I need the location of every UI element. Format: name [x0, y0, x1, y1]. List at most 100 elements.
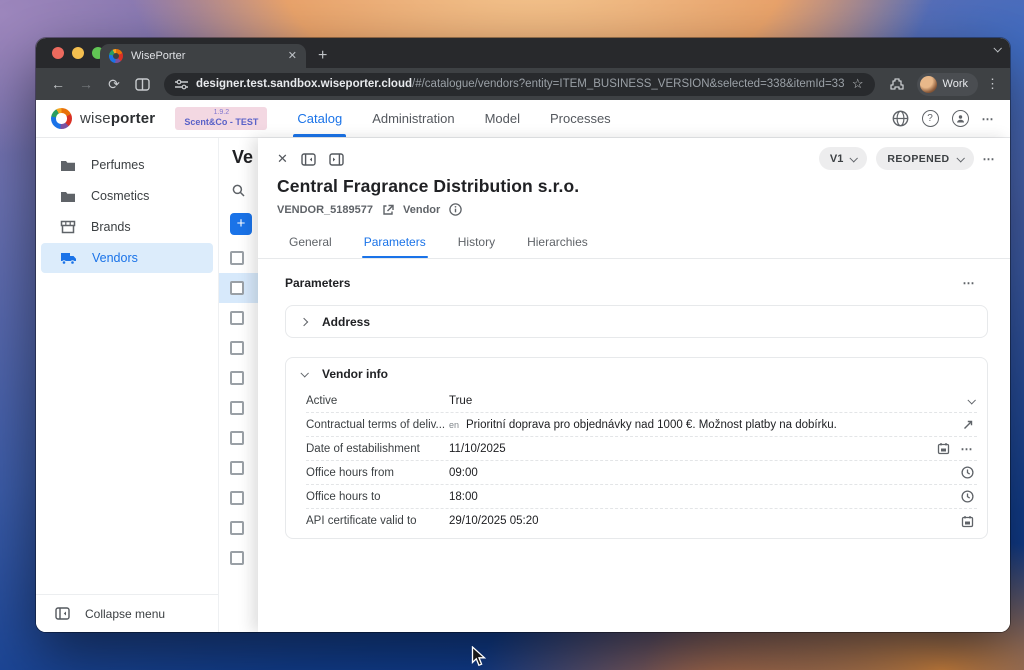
param-label: Date of estabilishment [306, 443, 449, 455]
list-row[interactable] [219, 333, 258, 363]
browser-menu-icon[interactable]: ⋮ [986, 76, 1000, 92]
url-path: /#/catalogue/vendors?entity=ITEM_BUSINES… [412, 78, 844, 90]
list-row[interactable] [219, 243, 258, 273]
param-value[interactable]: 18:00 [449, 491, 961, 503]
chevron-down-icon[interactable] [967, 396, 975, 404]
checkbox[interactable] [230, 371, 244, 385]
back-button[interactable]: ← [46, 76, 70, 92]
calendar-icon[interactable] [961, 515, 974, 528]
nav-item-processes[interactable]: Processes [550, 100, 611, 137]
tab-close-icon[interactable]: ✕ [288, 51, 297, 62]
tab-hierarchies[interactable]: Hierarchies [525, 229, 590, 258]
checkbox[interactable] [230, 281, 244, 295]
env-version: 1.9.2 [184, 109, 258, 117]
open-in-new-icon[interactable] [382, 204, 394, 216]
dock-right-icon[interactable] [329, 153, 344, 166]
vendor-type-label[interactable]: Vendor [403, 204, 440, 216]
clock-icon[interactable] [961, 490, 974, 503]
bookmark-star-icon[interactable]: ☆ [852, 76, 864, 92]
url-bar[interactable]: designer.test.sandbox.wiseporter.cloud/#… [164, 73, 875, 96]
list-title: Ve [219, 147, 258, 168]
browser-tab[interactable]: WisePorter ✕ [100, 44, 306, 68]
detail-tabs: General Parameters History Hierarchies [287, 229, 994, 258]
chevron-down-icon [850, 154, 858, 162]
param-row-active[interactable]: Active True [306, 389, 977, 413]
expand-icon[interactable] [962, 419, 974, 431]
param-row-office-hours-to[interactable]: Office hours to 18:00 [306, 485, 977, 509]
vendor-info-group-header[interactable]: Vendor info [286, 358, 987, 389]
site-settings-icon[interactable] [175, 79, 188, 90]
list-row[interactable] [219, 453, 258, 483]
search-icon[interactable] [219, 184, 258, 197]
sidebar-item-vendors[interactable]: Vendors [41, 243, 213, 273]
param-row-api-certificate-valid-to[interactable]: API certificate valid to 29/10/2025 05:2… [306, 509, 977, 533]
add-vendor-button[interactable]: + [230, 213, 252, 235]
close-detail-icon[interactable]: ✕ [277, 151, 288, 167]
calendar-icon[interactable] [937, 442, 950, 455]
checkbox[interactable] [230, 311, 244, 325]
extensions-icon[interactable] [885, 77, 909, 91]
list-row[interactable] [219, 423, 258, 453]
clock-icon[interactable] [961, 466, 974, 479]
tab-general[interactable]: General [287, 229, 334, 258]
param-row-office-hours-from[interactable]: Office hours from 09:00 [306, 461, 977, 485]
info-icon[interactable] [449, 203, 462, 216]
minimize-window-button[interactable] [72, 47, 84, 59]
parameters-content: Parameters ⋯ Address Vendor info [258, 259, 1010, 632]
header-more-icon[interactable]: ⋯ [982, 112, 996, 126]
detail-more-icon[interactable]: ⋯ [983, 152, 997, 166]
collapse-menu-button[interactable]: Collapse menu [36, 594, 218, 632]
close-window-button[interactable] [52, 47, 64, 59]
list-row[interactable] [219, 513, 258, 543]
checkbox[interactable] [230, 431, 244, 445]
url-host: designer.test.sandbox.wiseporter.cloud [196, 78, 412, 90]
param-row-date-of-establishment[interactable]: Date of estabilishment 11/10/2025 ⋯ [306, 437, 977, 461]
param-value[interactable]: True [449, 395, 968, 407]
checkbox[interactable] [230, 521, 244, 535]
help-icon[interactable]: ? [922, 110, 939, 127]
sidebar-item-cosmetics[interactable]: Cosmetics [41, 181, 213, 211]
list-row[interactable] [219, 393, 258, 423]
checkbox[interactable] [230, 341, 244, 355]
brand[interactable]: wiseporter [51, 108, 155, 129]
param-row-contractual-terms[interactable]: Contractual terms of deliv... enPrioritn… [306, 413, 977, 437]
param-value[interactable]: 29/10/2025 05:20 [449, 515, 961, 527]
profile-chip[interactable]: Work [917, 73, 978, 96]
list-row[interactable] [219, 483, 258, 513]
account-icon[interactable] [952, 110, 969, 127]
status-badge[interactable]: REOPENED [876, 147, 973, 170]
sidebar-item-brands[interactable]: Brands [41, 212, 213, 242]
tab-parameters[interactable]: Parameters [362, 229, 428, 258]
nav-item-model[interactable]: Model [485, 100, 520, 137]
nav-item-administration[interactable]: Administration [372, 100, 454, 137]
reading-list-icon[interactable] [130, 78, 154, 91]
new-tab-button[interactable]: + [318, 44, 327, 68]
list-row[interactable] [219, 543, 258, 573]
checkbox[interactable] [230, 251, 244, 265]
globe-icon[interactable] [892, 110, 909, 127]
param-value[interactable]: enPrioritní doprava pro objednávky nad 1… [449, 419, 962, 431]
checkbox[interactable] [230, 461, 244, 475]
sidebar-item-perfumes[interactable]: Perfumes [41, 150, 213, 180]
tab-search-chevron-icon[interactable] [993, 44, 1001, 52]
url-text[interactable]: designer.test.sandbox.wiseporter.cloud/#… [196, 78, 844, 90]
storefront-icon [60, 220, 76, 234]
list-row-selected[interactable] [219, 273, 258, 303]
nav-item-catalog[interactable]: Catalog [297, 100, 342, 137]
version-badge[interactable]: V1 [819, 147, 867, 170]
row-more-icon[interactable]: ⋯ [961, 442, 975, 456]
tab-history[interactable]: History [456, 229, 497, 258]
address-group-header[interactable]: Address [286, 306, 987, 337]
forward-button[interactable]: → [74, 76, 98, 92]
param-value[interactable]: 09:00 [449, 467, 961, 479]
group-label: Vendor info [322, 367, 388, 381]
refresh-button[interactable]: ⟳ [102, 76, 126, 93]
list-row[interactable] [219, 303, 258, 333]
checkbox[interactable] [230, 401, 244, 415]
dock-left-icon[interactable] [301, 153, 316, 166]
checkbox[interactable] [230, 491, 244, 505]
section-more-icon[interactable]: ⋯ [963, 276, 977, 290]
list-row[interactable] [219, 363, 258, 393]
checkbox[interactable] [230, 551, 244, 565]
param-value[interactable]: 11/10/2025 [449, 443, 937, 455]
